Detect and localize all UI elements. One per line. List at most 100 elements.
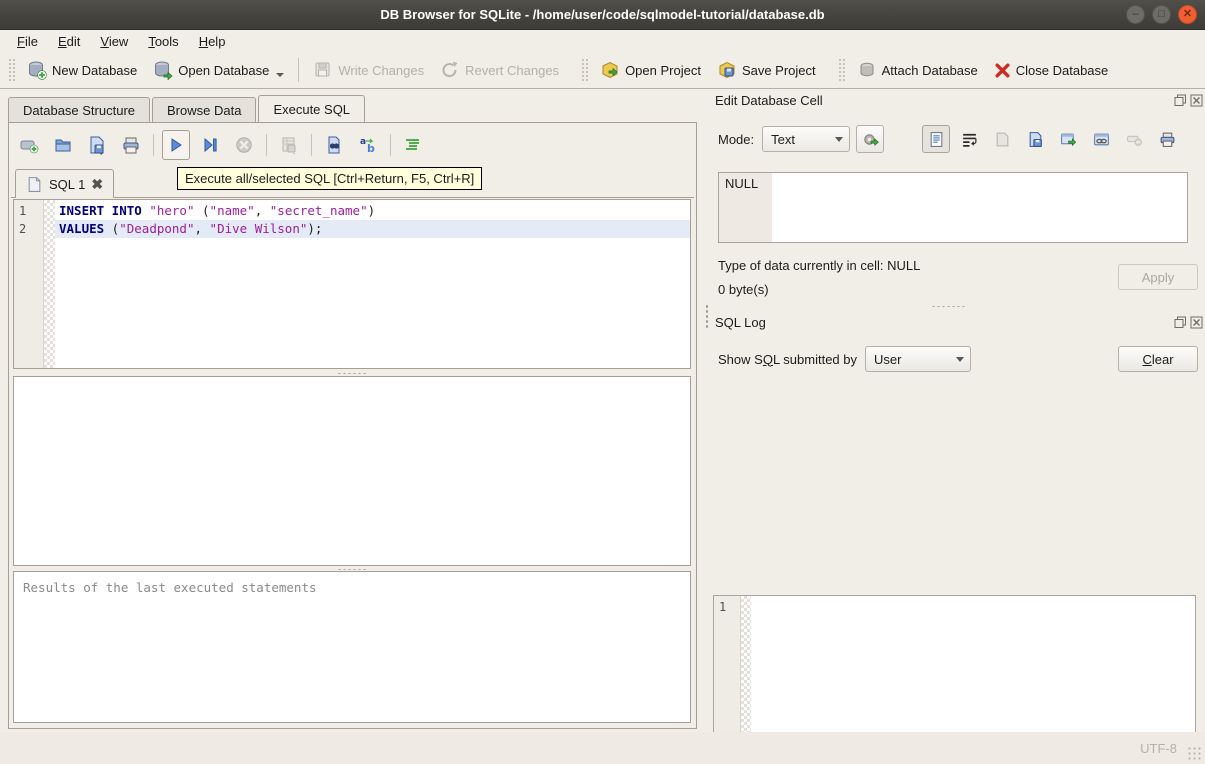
toolbar-drag-handle[interactable] xyxy=(838,58,845,82)
line-number-gutter: 12 xyxy=(14,200,44,368)
mode-value: Text xyxy=(771,132,795,147)
save-project-button[interactable]: Save Project xyxy=(709,55,824,85)
titlebar[interactable]: DB Browser for SQLite - /home/user/code/… xyxy=(0,0,1205,30)
close-icon[interactable]: ✕ xyxy=(1178,5,1197,24)
save-results-button xyxy=(275,130,303,160)
toolbar-drag-handle[interactable] xyxy=(581,58,588,82)
maximize-icon[interactable]: □ xyxy=(1152,5,1171,24)
open-sql-file-icon xyxy=(53,135,73,155)
dock-splitter[interactable] xyxy=(931,305,965,308)
save-results-icon xyxy=(279,135,299,155)
toolbar-drag-handle[interactable] xyxy=(8,58,15,82)
apply-auto-button[interactable] xyxy=(856,125,884,153)
sql-editor[interactable]: 12 INSERT INTO "hero" ("name", "secret_n… xyxy=(13,199,691,369)
new-sql-tab-icon xyxy=(19,135,39,155)
print-sql-button[interactable] xyxy=(117,130,145,160)
close-panel-icon[interactable] xyxy=(1190,316,1203,329)
sql-file-icon xyxy=(26,176,43,193)
sql-toolbar: a b xyxy=(15,129,427,161)
find-button[interactable] xyxy=(320,130,348,160)
left-pane: Database Structure Browse Data Execute S… xyxy=(0,89,703,732)
text-mode-icon xyxy=(928,131,945,148)
sql-tab-label: SQL 1 xyxy=(49,177,85,192)
text-mode-button[interactable] xyxy=(922,125,950,153)
open-external-button[interactable] xyxy=(1054,125,1082,153)
menu-view[interactable]: View xyxy=(91,32,137,51)
close-database-button[interactable]: Close Database xyxy=(986,57,1117,84)
mode-select[interactable]: Text xyxy=(762,126,850,152)
cell-editor-gutter: NULL xyxy=(719,173,772,242)
import-icon xyxy=(994,131,1011,148)
export-cell-button[interactable] xyxy=(1021,125,1049,153)
database-open-icon xyxy=(153,60,173,80)
show-sql-label: Show SQL submitted by xyxy=(718,352,857,367)
results-pane: Results of the last executed statements xyxy=(13,571,691,723)
sql-toolbar-separator xyxy=(266,134,267,156)
execute-all-icon xyxy=(166,135,186,155)
sql-toolbar-separator xyxy=(311,134,312,156)
revert-changes-label: Revert Changes xyxy=(465,63,559,78)
tab-database-structure[interactable]: Database Structure xyxy=(8,97,150,122)
tab-browse-data[interactable]: Browse Data xyxy=(152,97,256,122)
chevron-down-icon xyxy=(835,137,843,142)
revert-changes-button: Revert Changes xyxy=(432,55,567,85)
import-cell-button xyxy=(988,125,1016,153)
close-panel-icon[interactable] xyxy=(1190,94,1203,107)
open-database-button[interactable]: Open Database xyxy=(145,55,292,85)
execute-sql-panel: a b xyxy=(8,122,697,729)
execute-tooltip: Execute all/selected SQL [Ctrl+Return, F… xyxy=(177,167,482,190)
new-database-button[interactable]: New Database xyxy=(19,55,145,85)
apply-button: Apply xyxy=(1118,264,1198,290)
open-database-menu-arrow[interactable] xyxy=(276,73,284,77)
vertical-splitter[interactable] xyxy=(703,89,711,732)
open-sql-file-button[interactable] xyxy=(49,130,77,160)
print-icon xyxy=(121,135,141,155)
execute-all-button[interactable] xyxy=(162,130,190,160)
copy-link-button[interactable] xyxy=(1087,125,1115,153)
tab-execute-sql[interactable]: Execute SQL xyxy=(258,95,365,122)
chevron-down-icon xyxy=(956,357,964,362)
sql-1-tab[interactable]: SQL 1 ✖ xyxy=(15,169,114,198)
sql-log-dock: SQL Log Show SQL submitt xyxy=(711,307,1205,732)
stop-button xyxy=(230,130,258,160)
format-sql-button[interactable] xyxy=(399,130,427,160)
pending-statements-pane xyxy=(13,376,691,566)
attach-database-button[interactable]: Attach Database xyxy=(849,55,986,85)
cell-editor[interactable]: NULL xyxy=(718,172,1188,243)
main-toolbar: New Database Open Database Write Changes xyxy=(0,52,1205,89)
right-pane: Edit Database Cell Mode: xyxy=(711,89,1205,732)
save-sql-file-button[interactable] xyxy=(83,130,111,160)
encoding-indicator: UTF-8 xyxy=(1140,741,1177,756)
main-tab-bar: Database Structure Browse Data Execute S… xyxy=(8,96,367,122)
submitted-by-select[interactable]: User xyxy=(865,346,971,372)
open-project-button[interactable]: Open Project xyxy=(592,55,709,85)
database-new-icon xyxy=(27,60,47,80)
print-cell-button[interactable] xyxy=(1153,125,1181,153)
app-window: DB Browser for SQLite - /home/user/code/… xyxy=(0,0,1205,764)
resize-grip-icon[interactable] xyxy=(1187,746,1201,760)
write-changes-button: Write Changes xyxy=(305,55,432,85)
sql-toolbar-separator xyxy=(153,134,154,156)
menu-tools[interactable]: Tools xyxy=(139,32,187,51)
project-save-icon xyxy=(717,60,737,80)
word-wrap-button[interactable] xyxy=(955,125,983,153)
close-tab-icon[interactable]: ✖ xyxy=(91,176,103,193)
minimize-icon[interactable]: ‒ xyxy=(1126,5,1145,24)
replace-button[interactable]: a b xyxy=(354,130,382,160)
new-sql-tab-button[interactable] xyxy=(15,130,43,160)
sql-code-lines[interactable]: INSERT INTO "hero" ("name", "secret_name… xyxy=(55,200,690,368)
menu-edit[interactable]: Edit xyxy=(49,32,89,51)
menu-file[interactable]: File xyxy=(8,32,47,51)
execute-line-button[interactable] xyxy=(196,130,224,160)
menu-help[interactable]: Help xyxy=(190,32,235,51)
save-project-label: Save Project xyxy=(742,63,816,78)
float-panel-icon[interactable] xyxy=(1174,316,1187,329)
float-panel-icon[interactable] xyxy=(1174,94,1187,107)
replace-icon: a b xyxy=(358,135,378,155)
format-icon xyxy=(403,135,423,155)
word-wrap-icon xyxy=(961,131,978,148)
set-null-button xyxy=(1120,125,1148,153)
cell-editor-area[interactable] xyxy=(772,173,1187,242)
clear-log-button[interactable]: Clear xyxy=(1118,346,1198,372)
export-icon xyxy=(1027,131,1044,148)
